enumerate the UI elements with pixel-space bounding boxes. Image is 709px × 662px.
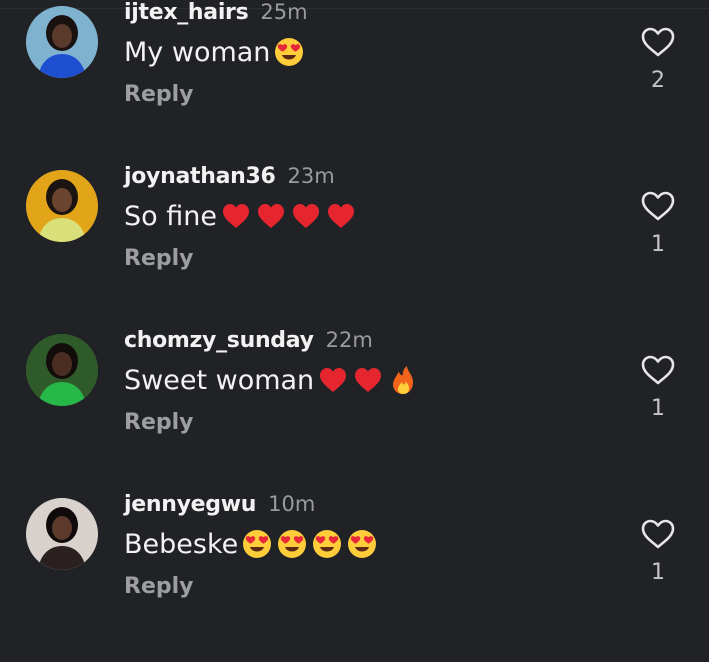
comment-body: So fine <box>124 200 217 232</box>
comment-item: ijtex_hairs 25m My woman Reply 2 <box>0 0 709 170</box>
like-heart-icon[interactable] <box>638 186 678 226</box>
red-heart-emoji-icon <box>322 200 357 232</box>
timestamp: 23m <box>287 164 335 188</box>
comment-emojis <box>270 36 305 68</box>
comment-text: So fine <box>124 200 357 232</box>
comment-body: Bebeske <box>124 528 239 560</box>
avatar[interactable] <box>26 170 98 242</box>
comment-text: Sweet woman <box>124 364 419 396</box>
like-count: 1 <box>651 232 665 257</box>
like-count: 1 <box>651 560 665 585</box>
comment-text: Bebeske <box>124 528 378 560</box>
red-heart-emoji-icon <box>252 200 287 232</box>
heart-eyes-emoji-icon <box>270 36 305 68</box>
comment-emojis <box>217 200 357 232</box>
heart-eyes-emoji-icon <box>238 528 273 560</box>
red-heart-emoji-icon <box>314 364 349 396</box>
heart-eyes-emoji-icon <box>273 528 308 560</box>
avatar[interactable] <box>26 334 98 406</box>
comment-text: My woman <box>124 36 305 68</box>
comment-emojis <box>238 528 378 560</box>
comment-item: joynathan36 23m So fine Reply 1 <box>0 164 709 334</box>
username[interactable]: chomzy_sunday <box>124 328 314 353</box>
like-heart-icon[interactable] <box>638 22 678 62</box>
red-heart-emoji-icon <box>217 200 252 232</box>
timestamp: 22m <box>325 328 373 352</box>
heart-eyes-emoji-icon <box>308 528 343 560</box>
username[interactable]: ijtex_hairs <box>124 0 249 25</box>
username[interactable]: jennyegwu <box>124 492 256 517</box>
avatar[interactable] <box>26 498 98 570</box>
like-count: 2 <box>651 68 665 93</box>
comment-body: My woman <box>124 36 271 68</box>
red-heart-emoji-icon <box>349 364 384 396</box>
reply-button[interactable]: Reply <box>124 82 194 107</box>
like-heart-icon[interactable] <box>638 514 678 554</box>
like-count: 1 <box>651 396 665 421</box>
timestamp: 25m <box>260 0 308 24</box>
reply-button[interactable]: Reply <box>124 246 194 271</box>
comment-item: jennyegwu 10m Bebeske Reply 1 <box>0 492 709 662</box>
comment-body: Sweet woman <box>124 364 315 396</box>
heart-eyes-emoji-icon <box>343 528 378 560</box>
comment-header: chomzy_sunday 22m <box>124 328 373 356</box>
comment-header: ijtex_hairs 25m <box>124 0 308 28</box>
timestamp: 10m <box>268 492 316 516</box>
comment-item: chomzy_sunday 22m Sweet woman Reply 1 <box>0 328 709 498</box>
comment-emojis <box>314 364 419 396</box>
reply-button[interactable]: Reply <box>124 410 194 435</box>
avatar[interactable] <box>26 6 98 78</box>
comment-header: joynathan36 23m <box>124 164 335 192</box>
username[interactable]: joynathan36 <box>124 164 276 189</box>
fire-emoji-icon <box>384 364 419 396</box>
like-heart-icon[interactable] <box>638 350 678 390</box>
comment-header: jennyegwu 10m <box>124 492 315 520</box>
red-heart-emoji-icon <box>287 200 322 232</box>
reply-button[interactable]: Reply <box>124 574 194 599</box>
